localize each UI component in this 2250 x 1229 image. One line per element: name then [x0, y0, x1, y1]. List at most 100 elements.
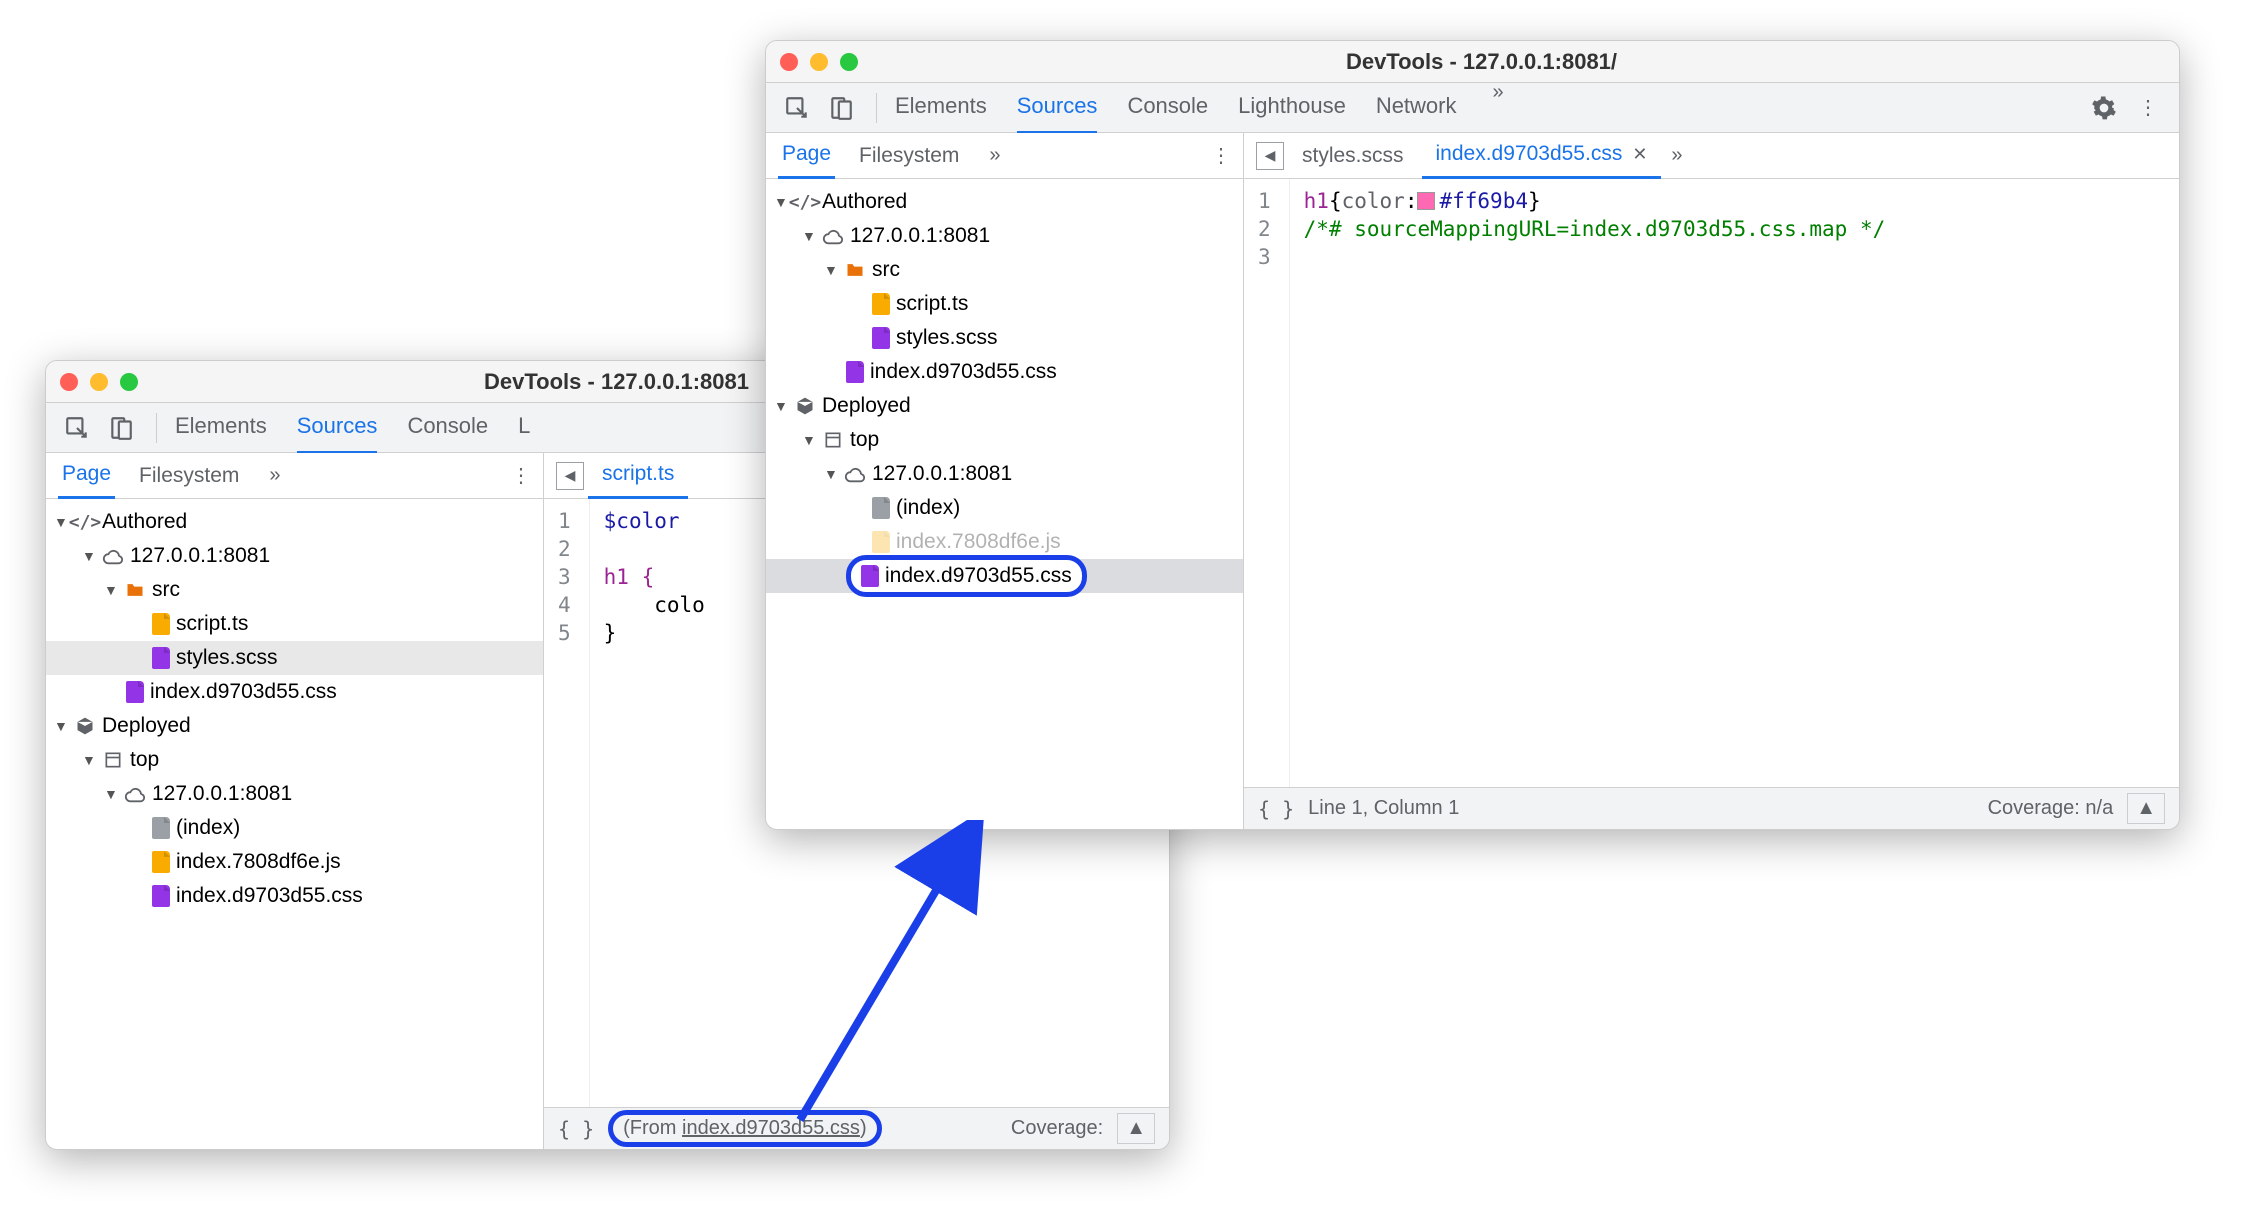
tab-sources[interactable]: Sources [297, 401, 378, 454]
cursor-position: Line 1, Column 1 [1308, 797, 1459, 820]
tree-file-script-ts[interactable]: script.ts [766, 287, 1243, 321]
source-link[interactable]: index.d9703d55.css [682, 1117, 860, 1139]
more-tabs-icon[interactable]: » [1665, 144, 1688, 167]
tree-file-styles-scss[interactable]: styles.scss [766, 321, 1243, 355]
tree-top[interactable]: ▼top [46, 743, 543, 777]
code-content[interactable]: h1{color:#ff69b4}/*# sourceMappingURL=in… [1290, 179, 1900, 787]
tree-folder-src[interactable]: ▼src [766, 253, 1243, 287]
pretty-print-icon[interactable]: { } [558, 1117, 594, 1141]
code-icon: </> [794, 191, 816, 213]
tab-console[interactable]: Console [1127, 81, 1208, 134]
color-swatch-icon[interactable] [1417, 192, 1435, 210]
kebab-icon[interactable]: ⋮ [2131, 91, 2165, 125]
tree-label: script.ts [896, 292, 968, 316]
editor-tab-script-ts[interactable]: script.ts [588, 453, 688, 499]
code-editor[interactable]: 1 2 3 h1{color:#ff69b4}/*# sourceMapping… [1244, 179, 2179, 787]
divider [876, 93, 877, 123]
file-icon [152, 851, 170, 873]
tab-lighthouse[interactable]: Lighthouse [1238, 81, 1346, 134]
tab-elements[interactable]: Elements [175, 401, 267, 454]
code-token: colo [604, 593, 705, 617]
tree-file-index[interactable]: (index) [766, 491, 1243, 525]
file-icon [152, 885, 170, 907]
tree-top[interactable]: ▼top [766, 423, 1243, 457]
tree-file-index[interactable]: (index) [46, 811, 543, 845]
inspect-icon[interactable] [60, 411, 94, 445]
tree-host[interactable]: ▼127.0.0.1:8081 [766, 219, 1243, 253]
kebab-icon[interactable]: ⋮ [511, 463, 531, 488]
coverage-expand-icon[interactable]: ▲ [1117, 1113, 1155, 1144]
tree-authored[interactable]: ▼</>Authored [46, 505, 543, 539]
coverage-expand-icon[interactable]: ▲ [2127, 793, 2165, 824]
device-icon[interactable] [104, 411, 138, 445]
tab-network[interactable]: Network [1376, 81, 1457, 134]
pretty-print-icon[interactable]: { } [1258, 797, 1294, 821]
tree-file-index-js[interactable]: index.7808df6e.js [46, 845, 543, 879]
window-title: DevTools - 127.0.0.1:8081/ [798, 49, 2165, 75]
tab-console[interactable]: Console [407, 401, 488, 454]
tree-authored[interactable]: ▼</>Authored [766, 185, 1243, 219]
tree-label: Deployed [822, 394, 911, 418]
tree-file-index-css[interactable]: index.d9703d55.css [766, 355, 1243, 389]
tab-elements[interactable]: Elements [895, 81, 987, 134]
cloud-icon [124, 783, 146, 805]
tree-host2[interactable]: ▼127.0.0.1:8081 [46, 777, 543, 811]
panel-tabs: Elements Sources Console Lighthouse Netw… [895, 81, 2077, 134]
file-icon [126, 681, 144, 703]
tree-file-styles-scss[interactable]: styles.scss [46, 641, 543, 675]
file-icon [872, 531, 890, 553]
inspect-icon[interactable] [780, 91, 814, 125]
tab-sources[interactable]: Sources [1017, 81, 1098, 134]
tree-file-index-css2[interactable]: index.d9703d55.css [766, 559, 1243, 593]
tree-label: script.ts [176, 612, 248, 636]
tree-label: top [130, 748, 159, 772]
tree-label: index.d9703d55.css [870, 360, 1057, 384]
file-icon [872, 293, 890, 315]
tree-file-index-css[interactable]: index.d9703d55.css [46, 675, 543, 709]
tree-file-index-js-partial[interactable]: index.7808df6e.js [766, 525, 1243, 559]
tree-deployed[interactable]: ▼Deployed [766, 389, 1243, 423]
close-tab-icon[interactable]: ✕ [1632, 144, 1647, 165]
kebab-icon[interactable]: ⋮ [1211, 143, 1231, 168]
tree-host2[interactable]: ▼127.0.0.1:8081 [766, 457, 1243, 491]
line-number: 2 [558, 535, 571, 563]
close-icon[interactable] [60, 373, 78, 391]
sidebar-tabs: Page Filesystem » ⋮ [766, 133, 1243, 179]
tree-deployed[interactable]: ▼Deployed [46, 709, 543, 743]
editor-tab-styles-scss[interactable]: styles.scss [1288, 134, 1418, 178]
tree-file-index-css2[interactable]: index.d9703d55.css [46, 879, 543, 913]
tab-page[interactable]: Page [778, 133, 835, 179]
tree-label: Authored [102, 510, 187, 534]
tree-label: src [152, 578, 180, 602]
more-tabs-icon[interactable]: » [983, 144, 1006, 167]
more-tabs-icon[interactable]: » [1487, 81, 1510, 134]
editor-tabs: ◀ styles.scss index.d9703d55.css✕ » [1244, 133, 2179, 179]
tree-file-script-ts[interactable]: script.ts [46, 607, 543, 641]
tab-page[interactable]: Page [58, 453, 115, 499]
tab-lighthouse-partial[interactable]: L [518, 401, 530, 454]
file-tree: ▼</>Authored ▼127.0.0.1:8081 ▼src script… [46, 499, 543, 1149]
code-content[interactable]: $color h1 { colo} [590, 499, 719, 1107]
gear-icon[interactable] [2087, 91, 2121, 125]
coverage-label: Coverage: n/a [1988, 797, 2114, 820]
editor-tab-index-css[interactable]: index.d9703d55.css✕ [1422, 133, 1662, 179]
tree-label: 127.0.0.1:8081 [130, 544, 270, 568]
tab-filesystem[interactable]: Filesystem [135, 454, 243, 498]
tree-label: 127.0.0.1:8081 [872, 462, 1012, 486]
tree-label: styles.scss [896, 326, 998, 350]
collapse-sidebar-icon[interactable]: ◀ [1256, 142, 1284, 170]
titlebar[interactable]: DevTools - 127.0.0.1:8081/ [766, 41, 2179, 83]
code-token: /*# sourceMappingURL=index.d9703d55.css.… [1304, 217, 1886, 241]
tab-filesystem[interactable]: Filesystem [855, 134, 963, 178]
more-tabs-icon[interactable]: » [263, 464, 286, 487]
collapse-sidebar-icon[interactable]: ◀ [556, 462, 584, 490]
code-token: color [1342, 189, 1405, 213]
device-icon[interactable] [824, 91, 858, 125]
tree-host[interactable]: ▼127.0.0.1:8081 [46, 539, 543, 573]
file-tree: ▼</>Authored ▼127.0.0.1:8081 ▼src script… [766, 179, 1243, 829]
file-icon [872, 497, 890, 519]
close-icon[interactable] [780, 53, 798, 71]
code-token: h1 [1304, 189, 1329, 213]
tree-folder-src[interactable]: ▼src [46, 573, 543, 607]
code-token: { [1329, 189, 1342, 213]
